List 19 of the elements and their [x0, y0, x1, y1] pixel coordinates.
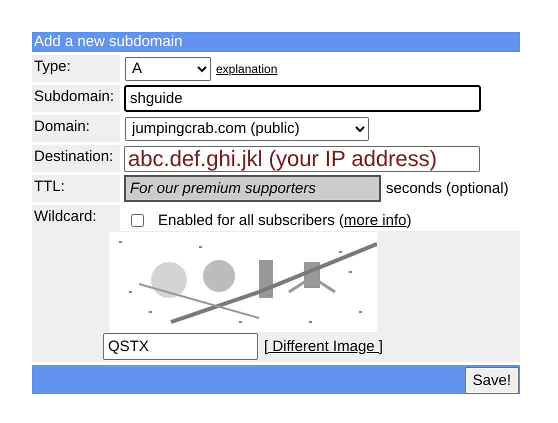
field-label: Subdomain:	[32, 85, 120, 112]
field-label: Destination:	[32, 145, 120, 172]
explanation-link[interactable]: explanation	[216, 62, 278, 76]
field-label: Type:	[32, 55, 120, 82]
dropdown[interactable]: A	[125, 56, 211, 80]
form-title: Add a new subdomain	[32, 32, 520, 52]
unit-label: seconds (optional)	[386, 180, 509, 197]
field-label: Domain:	[32, 115, 120, 142]
checkbox[interactable]	[131, 214, 144, 226]
field-label: Wildcard:	[32, 205, 120, 232]
input-field[interactable]: abc.def.ghi.jkl (your IP address)	[124, 146, 480, 172]
input-field[interactable]: shguide	[124, 85, 481, 112]
different-image-link[interactable]: [ Different Image ]	[264, 338, 383, 355]
field-label: TTL:	[32, 175, 120, 202]
dropdown[interactable]: jumpingcrab.com (public)	[125, 116, 369, 140]
more-info-link[interactable]: more info	[344, 212, 406, 228]
captcha-input[interactable]: QSTX	[103, 333, 258, 360]
checkbox-label: Enabled for all subscribers (more info)	[158, 212, 412, 228]
save-button[interactable]: Save!	[464, 367, 519, 394]
